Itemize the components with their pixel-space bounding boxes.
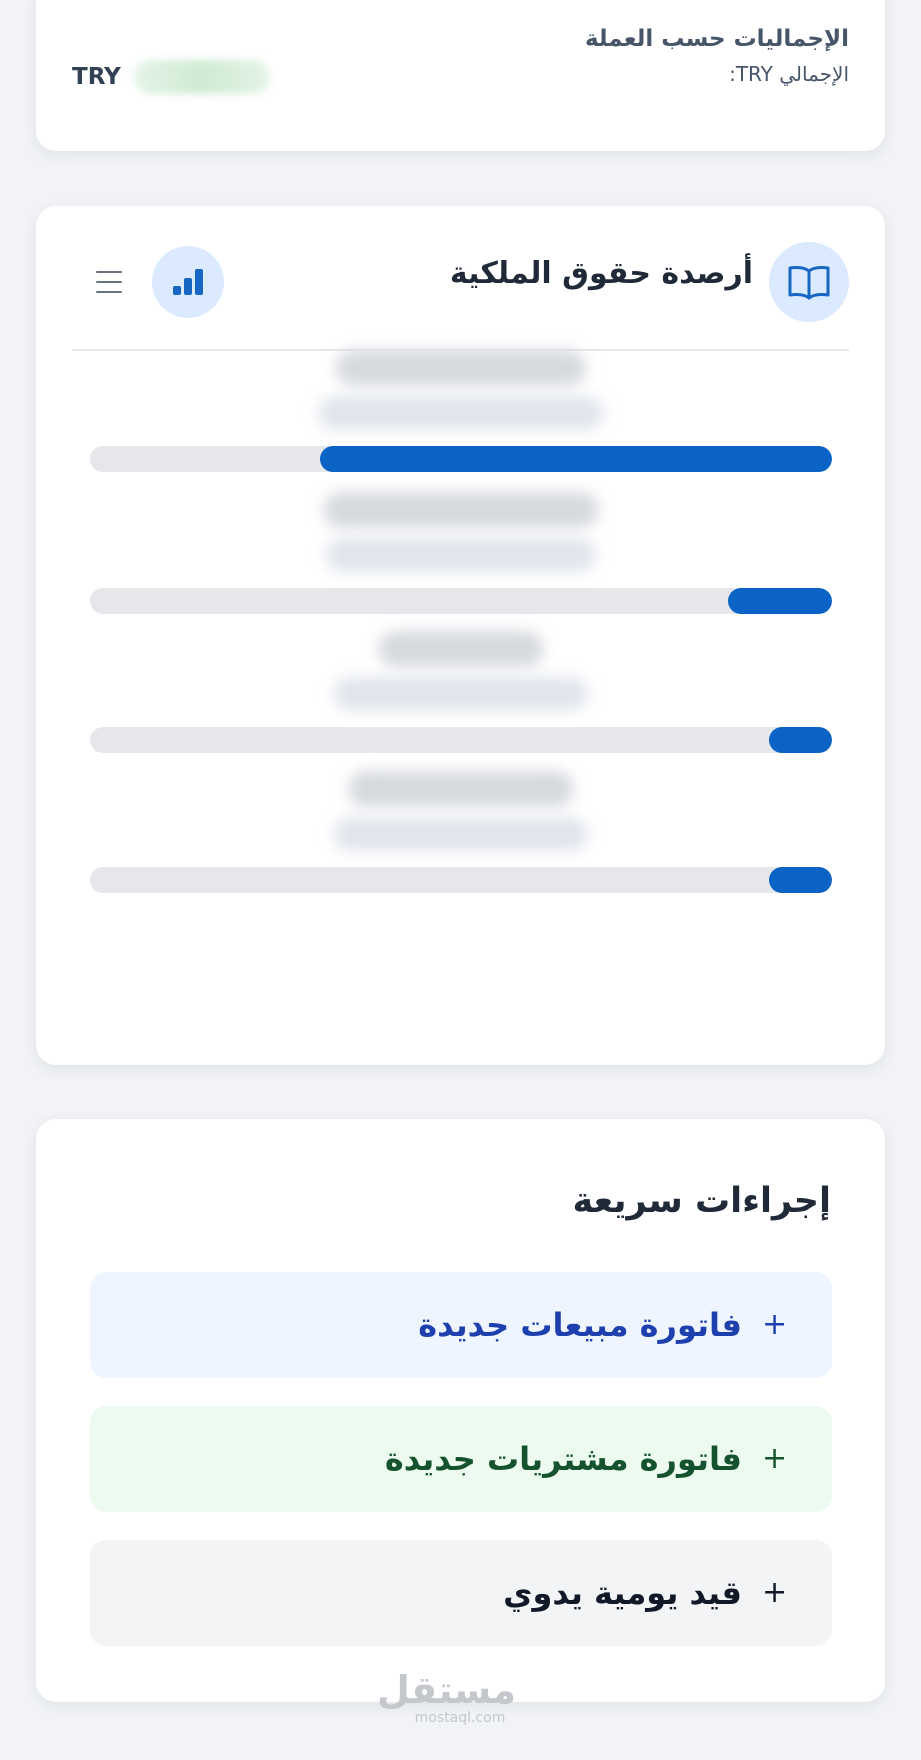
currency-totals-card: الإجماليات حسب العملة الإجمالي TRY: TRY	[36, 0, 885, 151]
equity-progress-fill	[768, 867, 832, 893]
plus-icon: +	[762, 1307, 788, 1342]
equity-account-name-redacted	[348, 771, 573, 807]
equity-row	[36, 350, 885, 500]
new-sales-invoice-button[interactable]: فاتورة مبيعات جديدة +	[90, 1272, 832, 1378]
equity-balances-card: أرصدة حقوق الملكية	[36, 206, 885, 1065]
new-sales-invoice-label: فاتورة مبيعات جديدة	[418, 1306, 742, 1344]
equity-account-value-redacted	[333, 817, 588, 851]
bar-chart-icon	[173, 269, 203, 295]
equity-card-header: أرصدة حقوق الملكية	[36, 206, 885, 351]
equity-row	[36, 771, 885, 921]
equity-card-title: أرصدة حقوق الملكية	[449, 256, 753, 291]
equity-progress-track	[90, 588, 832, 614]
equity-row	[36, 492, 885, 642]
equity-account-value-redacted	[333, 677, 588, 711]
equity-row	[36, 631, 885, 781]
equity-account-name-redacted	[323, 492, 598, 528]
total-try-label: الإجمالي TRY:	[729, 62, 849, 86]
equity-progress-track	[90, 727, 832, 753]
dashboard-page: الإجماليات حسب العملة الإجمالي TRY: TRY …	[0, 0, 921, 1760]
manual-journal-entry-button[interactable]: قيد يومية يدوي +	[90, 1540, 832, 1646]
quick-actions-card: إجراءات سريعة فاتورة مبيعات جديدة + فاتو…	[36, 1119, 885, 1702]
quick-actions-title: إجراءات سريعة	[572, 1181, 831, 1221]
equity-progress-fill	[320, 446, 832, 472]
new-purchase-invoice-button[interactable]: فاتورة مشتريات جديدة +	[90, 1406, 832, 1512]
currency-totals-heading: الإجماليات حسب العملة	[584, 26, 849, 52]
watermark-latin: mostaql.com	[414, 1710, 506, 1726]
equity-progress-track	[90, 446, 832, 472]
menu-icon[interactable]	[94, 268, 124, 296]
equity-progress-fill	[768, 727, 832, 753]
equity-account-name-redacted	[378, 631, 543, 667]
equity-account-value-redacted	[325, 538, 596, 572]
chart-view-button[interactable]	[152, 246, 224, 318]
new-purchase-invoice-label: فاتورة مشتريات جديدة	[384, 1440, 742, 1478]
equity-progress-fill	[728, 588, 832, 614]
manual-journal-entry-label: قيد يومية يدوي	[503, 1574, 742, 1612]
plus-icon: +	[762, 1575, 788, 1610]
equity-account-name-redacted	[335, 350, 586, 386]
equity-account-value-redacted	[318, 396, 603, 430]
total-amount-redacted	[134, 60, 270, 94]
book-open-icon	[769, 242, 849, 322]
equity-progress-track	[90, 867, 832, 893]
total-currency-code: TRY	[72, 64, 121, 90]
plus-icon: +	[762, 1441, 788, 1476]
